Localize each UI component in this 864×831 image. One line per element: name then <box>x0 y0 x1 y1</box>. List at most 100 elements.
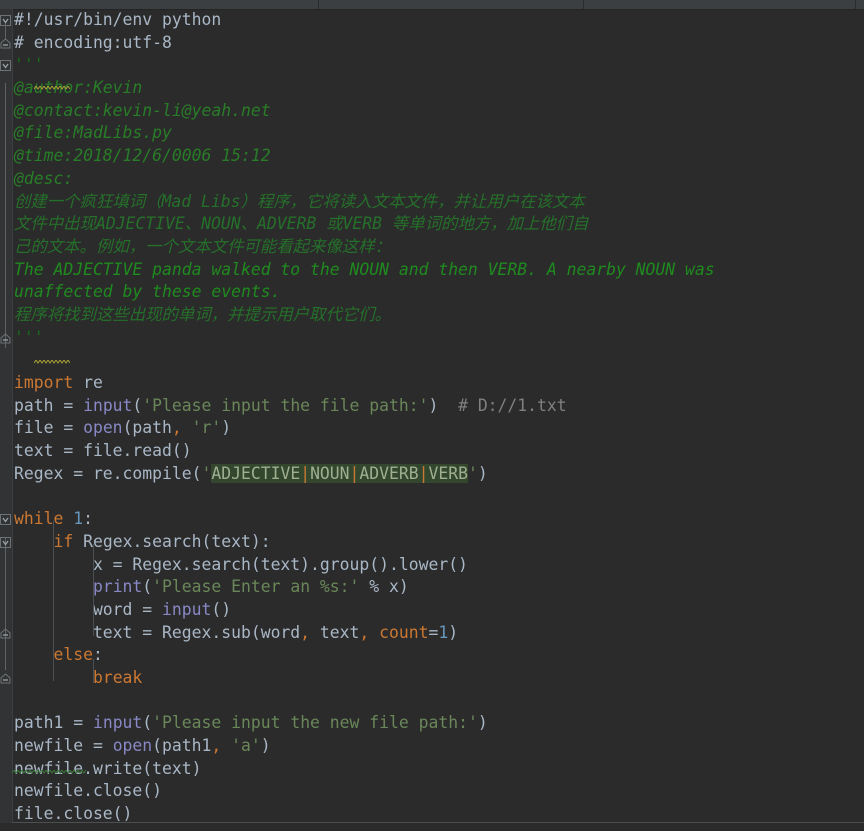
code-token: input <box>162 599 212 619</box>
spellcheck-squiggle-docstring-close <box>33 349 71 364</box>
code-line[interactable]: ''' <box>12 54 715 77</box>
code-line[interactable]: #!/usr/bin/env python <box>12 9 715 32</box>
code-line[interactable]: file.close() <box>12 803 715 823</box>
code-line[interactable]: @author:Kevin <box>12 77 715 100</box>
code-token: @time:2018/12/6/0006 15:12 <box>14 146 271 166</box>
code-line[interactable]: unaffected by these events. <box>12 281 715 304</box>
code-token: NOUN <box>310 463 350 483</box>
code-token: x = Regex.search(text).group().lower() <box>14 554 468 574</box>
toolbar-cell-4[interactable] <box>856 0 864 9</box>
code-token: else <box>53 645 93 665</box>
code-token: file.close() <box>14 804 133 823</box>
code-token: # D://1.txt <box>438 395 567 415</box>
spellcheck-squiggle-docstring-open <box>33 75 71 90</box>
code-line[interactable]: Regex = re.compile('ADJECTIVE|NOUN|ADVER… <box>12 463 715 486</box>
code-line[interactable]: break <box>12 667 715 690</box>
code-line[interactable]: text = Regex.sub(word, text, count=1) <box>12 622 715 645</box>
code-token: import <box>14 373 74 392</box>
code-token: ADVERB <box>359 463 419 483</box>
code-line[interactable]: file = open(path, 'r') <box>12 417 715 440</box>
code-token: ) <box>477 713 488 733</box>
fold-end-marker-line-30[interactable] <box>0 673 11 684</box>
code-token: , <box>359 622 370 642</box>
code-token: newfile = <box>14 736 113 755</box>
code-line[interactable]: @file:MadLibs.py <box>12 122 715 145</box>
code-line[interactable]: 己的文本。例如，一个文本文件可能看起来像这样： <box>12 236 715 259</box>
code-line[interactable]: 程序将找到这些出现的单词，并提示用户取代它们。 <box>12 304 715 327</box>
code-token: , <box>211 736 222 755</box>
code-line[interactable]: newfile.close() <box>12 780 715 803</box>
code-token: 程序将找到这些出现的单词，并提示用户取代它们。 <box>14 304 391 324</box>
code-editor-window: #!/usr/bin/env python # encoding:utf-8 '''… <box>0 0 864 831</box>
code-line[interactable]: print('Please Enter an %s:' % x) <box>12 576 715 599</box>
code-line[interactable]: @desc: <box>12 168 715 191</box>
fold-end-marker-line-2[interactable] <box>0 38 11 49</box>
code-token: ( <box>142 577 153 597</box>
fold-end-marker-line-28[interactable] <box>0 628 11 639</box>
code-line[interactable]: text = file.read() <box>12 440 715 463</box>
code-line[interactable]: @contact:kevin-li@yeah.net <box>12 100 715 123</box>
code-token: re <box>73 373 103 392</box>
code-token: , <box>171 418 182 438</box>
code-token: text <box>310 622 360 642</box>
code-token: @file:MadLibs.py <box>14 123 172 143</box>
code-line[interactable]: # encoding:utf-8 <box>12 32 715 55</box>
fold-expand-marker-line-1[interactable] <box>0 15 11 26</box>
code-line[interactable]: newfile = open(path1, 'a') <box>12 735 715 758</box>
code-token: 己的文本。例如，一个文本文件可能看起来像这样： <box>14 236 391 256</box>
code-line[interactable]: 文件中出现ADJECTIVE、NOUN、ADVERB 或VERB 等单词的地方，… <box>12 213 715 236</box>
code-lines[interactable]: #!/usr/bin/env python # encoding:utf-8 '''… <box>12 9 715 823</box>
code-token: = <box>428 622 439 642</box>
code-token: file = <box>14 418 84 438</box>
code-line[interactable]: path1 = input('Please input the new file… <box>12 712 715 735</box>
code-line[interactable]: ''' <box>12 327 715 350</box>
code-token: path1 = <box>14 713 93 733</box>
code-token: unaffected by these events. <box>14 282 281 302</box>
code-token: 'Please input the new file path:' <box>152 713 478 733</box>
code-line[interactable]: word = input() <box>12 599 715 622</box>
code-line[interactable] <box>12 690 715 713</box>
code-token: ( <box>142 713 153 733</box>
code-line[interactable]: The ADJECTIVE panda walked to the NOUN a… <box>12 259 715 282</box>
code-token: 'Please input the file path:' <box>142 395 429 415</box>
code-token: (path <box>122 418 172 438</box>
toolbar-cell-3[interactable] <box>584 0 856 9</box>
code-token: ) <box>221 418 232 438</box>
code-token: ) <box>428 395 439 415</box>
toolbar-cell-2[interactable] <box>319 0 584 9</box>
code-line[interactable]: x = Regex.search(text).group().lower() <box>12 554 715 577</box>
code-line[interactable]: import re <box>12 372 715 395</box>
spellcheck-squiggle-newfile <box>12 759 89 774</box>
fold-end-marker-line-15[interactable] <box>0 333 11 344</box>
code-line[interactable]: newfile.write(text) <box>12 758 715 781</box>
code-line[interactable]: path = input('Please input the file path… <box>12 395 715 418</box>
code-token: ' <box>468 463 478 483</box>
code-token: text = Regex.sub(word <box>14 622 301 642</box>
code-token: ( <box>132 395 143 415</box>
toolbar-cell-1[interactable] <box>0 0 319 9</box>
fold-expand-marker-line-23[interactable] <box>0 514 11 525</box>
code-line[interactable]: while 1: <box>12 508 715 531</box>
code-line[interactable] <box>12 485 715 508</box>
code-token: @desc: <box>14 168 74 188</box>
code-token: ' <box>201 463 212 483</box>
code-token: if <box>53 531 74 551</box>
fold-expand-marker-line-3[interactable] <box>0 60 11 71</box>
code-token: open <box>83 418 123 438</box>
code-line[interactable]: 创建一个疯狂填词（Mad Libs）程序，它将读入文本文件，并让用户在该文本 <box>12 191 715 214</box>
code-line[interactable]: if Regex.search(text): <box>12 531 715 554</box>
code-line[interactable]: @time:2018/12/6/0006 15:12 <box>12 145 715 168</box>
code-token: @contact:kevin-li@yeah.net <box>14 100 271 120</box>
fold-expand-marker-line-24[interactable] <box>0 537 11 548</box>
indent-guide-level-2b <box>93 659 94 683</box>
code-line[interactable] <box>12 349 715 372</box>
editor-text-area[interactable]: #!/usr/bin/env python # encoding:utf-8 '''… <box>12 9 864 823</box>
code-token: newfile.close() <box>14 781 163 801</box>
code-line[interactable]: else: <box>12 644 715 667</box>
